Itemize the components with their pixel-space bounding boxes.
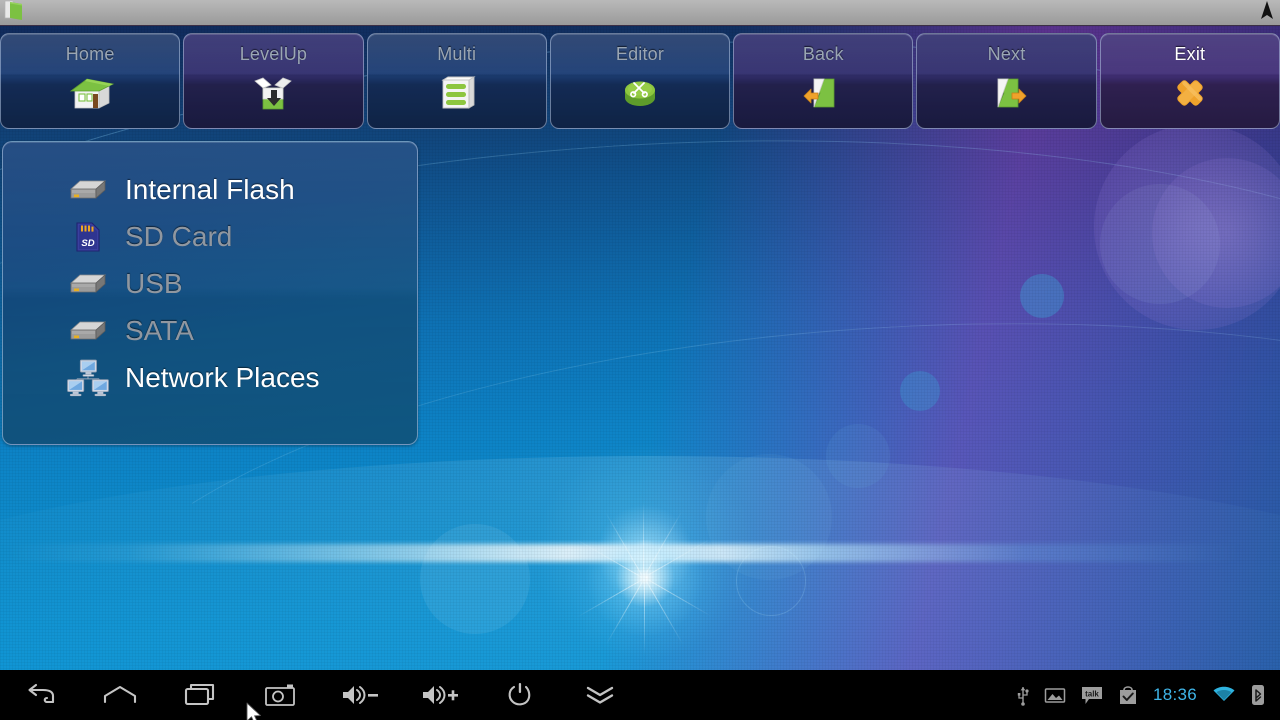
toolbar-button-label: Multi	[437, 44, 477, 64]
wifi-icon	[1206, 685, 1242, 705]
toolbar-button-next[interactable]: Next	[916, 33, 1097, 129]
android-status-bar[interactable]	[0, 0, 1280, 26]
drive-item-sd-card[interactable]: SD SD Card	[3, 213, 417, 260]
system-status-icons: talk 18:36	[1010, 684, 1280, 706]
lens-flare-core	[565, 498, 725, 658]
cursor-arrow-icon	[1260, 0, 1274, 25]
volume-up-icon[interactable]	[400, 670, 480, 720]
checkmark-bag-icon	[1112, 684, 1144, 706]
screen-root: Home LevelUp Multi Editor Back Next Exit…	[0, 0, 1280, 720]
wallpaper-bokeh	[1152, 158, 1280, 308]
toolbar-button-back[interactable]: Back	[733, 33, 914, 129]
hard-drive-icon	[65, 269, 111, 299]
drive-item-label: USB	[125, 267, 183, 299]
network-computers-icon	[65, 355, 111, 401]
drive-item-label: SATA	[125, 314, 194, 346]
screenshot-image-icon	[1038, 685, 1072, 705]
flare-ray	[566, 578, 645, 624]
flare-ray	[644, 577, 723, 623]
android-navigation-bar: talk 18:36	[0, 670, 1280, 720]
house-icon	[65, 71, 115, 115]
nav-button-group	[0, 670, 640, 720]
sd-card-icon: SD	[65, 220, 111, 254]
flare-ray	[644, 578, 645, 668]
drive-item-label: Internal Flash	[125, 173, 295, 205]
wallpaper-sheen	[0, 456, 1280, 670]
volume-down-icon[interactable]	[320, 670, 400, 720]
talk-bubble-icon: talk	[1074, 684, 1110, 706]
flare-ray	[644, 577, 690, 656]
wallpaper-bokeh	[420, 524, 530, 634]
orange-x-icon	[1168, 71, 1212, 115]
wallpaper-bokeh	[706, 454, 832, 580]
power-icon[interactable]	[480, 670, 560, 720]
wallpaper-bokeh	[1100, 184, 1220, 304]
svg-text:SD: SD	[81, 238, 94, 249]
drive-list-panel: Internal Flash SD SD Card USB SATA Netwo…	[2, 141, 418, 445]
flare-ray	[643, 532, 722, 578]
lens-flare-streak	[0, 544, 1280, 562]
drive-item-label: Network Places	[125, 361, 320, 393]
toolbar-button-multi[interactable]: Multi	[366, 33, 547, 129]
toolbar-button-label: LevelUp	[239, 44, 308, 64]
flare-ray	[598, 500, 644, 579]
hard-drive-icon	[65, 175, 111, 205]
back-icon[interactable]	[0, 670, 80, 720]
toolbar-button-label: Next	[987, 44, 1026, 64]
toolbar-button-home[interactable]: Home	[0, 33, 181, 129]
app-toolbar: Home LevelUp Multi Editor Back Next Exit	[0, 33, 1280, 129]
toolbar-button-levelup[interactable]: LevelUp	[183, 33, 364, 129]
drive-item-label: SD Card	[125, 220, 233, 252]
wallpaper-bokeh	[736, 546, 806, 616]
drive-item-sata[interactable]: SATA	[3, 307, 417, 354]
wallpaper-bokeh	[900, 371, 940, 411]
drive-item-usb[interactable]: USB	[3, 260, 417, 307]
hard-drive-icon	[65, 316, 111, 346]
collapse-chevrons-icon[interactable]	[560, 670, 640, 720]
folder-right-arrow-icon	[984, 71, 1030, 115]
multi-list-card-icon	[435, 71, 479, 115]
svg-text:talk: talk	[1085, 690, 1099, 699]
scissors-disc-icon	[618, 71, 662, 115]
wallpaper-bokeh	[1094, 124, 1280, 330]
drive-item-internal-flash[interactable]: Internal Flash	[3, 166, 417, 213]
toolbar-button-exit[interactable]: Exit	[1099, 33, 1280, 129]
open-box-down-arrow-icon	[251, 71, 295, 115]
toolbar-button-editor[interactable]: Editor	[549, 33, 731, 129]
status-clock: 18:36	[1152, 685, 1197, 704]
bluetooth-icon	[1244, 684, 1272, 706]
flare-ray	[643, 499, 689, 578]
toolbar-button-label: Editor	[615, 44, 665, 64]
drive-item-network-places[interactable]: Network Places	[3, 354, 417, 401]
flare-ray	[599, 578, 645, 657]
screenshot-camera-icon[interactable]	[240, 670, 320, 720]
toolbar-button-label: Home	[65, 44, 115, 64]
usb-icon	[1010, 684, 1036, 706]
green-folder-icon	[4, 0, 24, 26]
flare-ray	[565, 533, 644, 579]
recents-icon[interactable]	[160, 670, 240, 720]
wallpaper-bokeh	[1020, 274, 1064, 318]
toolbar-button-label: Back	[802, 44, 844, 64]
toolbar-button-label: Exit	[1174, 44, 1206, 64]
folder-left-arrow-icon	[800, 71, 846, 115]
flare-ray	[643, 488, 644, 578]
home-icon[interactable]	[80, 670, 160, 720]
wallpaper-bokeh	[826, 424, 890, 488]
